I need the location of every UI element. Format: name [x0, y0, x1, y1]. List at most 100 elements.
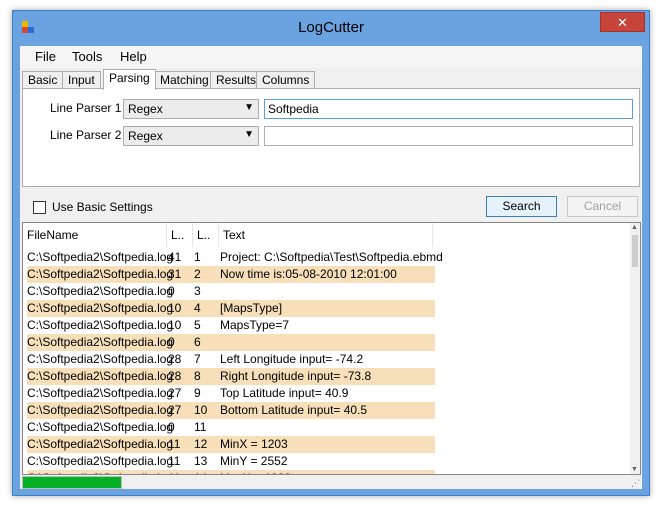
table-cell: 10	[194, 403, 208, 417]
table-cell: 10	[168, 318, 182, 332]
table-cell: 27	[168, 403, 182, 417]
line-parser-2-label: Line Parser 2	[50, 128, 122, 142]
table-row[interactable]: C:\Softpedia2\Softpedia.log 28 8 Right Long…	[27, 368, 435, 385]
tab-input[interactable]: Input	[62, 71, 101, 89]
table-cell: 12	[194, 437, 208, 451]
table-cell: Now time is:05-08-2010 12:01:00	[220, 267, 397, 281]
table-cell: Left Longitude input= -74.2	[220, 352, 364, 366]
table-cell: 4	[194, 301, 201, 315]
table-cell: 11	[168, 471, 180, 474]
table-row[interactable]: C:\Softpedia2\Softpedia.log 28 7 Left Longi…	[27, 351, 435, 368]
use-basic-settings-label: Use Basic Settings	[52, 200, 153, 214]
scrollbar-thumb[interactable]	[632, 235, 638, 267]
table-cell: C:\Softpedia2\Softpedia.log	[27, 284, 174, 298]
table-cell: 28	[168, 352, 182, 366]
search-button[interactable]: Search	[486, 196, 557, 217]
table-cell: C:\Softpedia2\Softpedia.log	[27, 403, 174, 417]
table-row[interactable]: C:\Softpedia2\Softpedia.log 27 10 Bottom La…	[27, 402, 435, 419]
table-cell: 31	[168, 267, 182, 281]
table-row[interactable]: C:\Softpedia2\Softpedia.log 11 13 MinY = 25…	[27, 453, 435, 470]
chevron-down-icon: ▼	[244, 129, 254, 140]
table-cell: 0	[168, 420, 175, 434]
table-cell: C:\Softpedia2\Softpedia.log	[27, 352, 174, 366]
menu-file[interactable]: File	[35, 49, 56, 64]
table-cell: 8	[194, 369, 201, 383]
table-row[interactable]: C:\Softpedia2\Softpedia.log11 14 MaxX = 13…	[27, 470, 435, 474]
table-row[interactable]: C:\Softpedia2\Softpedia.log 27 9 Top Latitu…	[27, 385, 435, 402]
tab-matching[interactable]: Matching	[154, 71, 215, 89]
progress-fill	[23, 477, 121, 488]
menu-bar: File Tools Help	[20, 46, 642, 68]
table-cell: 2	[194, 267, 201, 281]
table-cell: C:\Softpedia2\Softpedia.log	[27, 267, 174, 281]
table-cell: 9	[194, 386, 201, 400]
table-cell: 5	[194, 318, 201, 332]
table-cell: MaxX = 1380	[220, 471, 291, 474]
table-cell: 14	[194, 471, 207, 474]
table-cell: 3	[194, 284, 201, 298]
table-cell: 1	[194, 250, 201, 264]
table-cell: 27	[168, 386, 182, 400]
table-cell: 0	[168, 335, 175, 349]
table-cell: C:\Softpedia2\Softpedia.log	[27, 301, 174, 315]
table-cell: C:\Softpedia2\Softpedia.log	[27, 250, 174, 264]
line-parser-2-type-value: Regex	[128, 129, 163, 143]
table-cell: [MapsType]	[220, 301, 283, 315]
table-row[interactable]: C:\Softpedia2\Softpedia.log 0 11	[27, 419, 435, 436]
table-cell: 11	[168, 454, 181, 468]
table-row[interactable]: C:\Softpedia2\Softpedia.log 11 12 MinX = 12…	[27, 436, 435, 453]
table-cell: Top Latitude input= 40.9	[220, 386, 349, 400]
cancel-button[interactable]: Cancel	[567, 196, 638, 217]
table-cell: 10	[168, 301, 182, 315]
table-row[interactable]: C:\Softpedia2\Softpedia.log 31 2 Now time i…	[27, 266, 435, 283]
line-parser-2-type-select[interactable]: Regex ▼	[123, 126, 259, 146]
table-cell: 6	[194, 335, 201, 349]
table-cell: C:\Softpedia2\Softpedia.log	[27, 420, 174, 434]
table-row[interactable]: C:\Softpedia2\Softpedia.log 10 5 MapsType=7	[27, 317, 435, 334]
table-cell: Bottom Latitude input= 40.5	[220, 403, 368, 417]
tab-strip: Basic Input Parsing Matching Results Col…	[20, 69, 642, 90]
grid-header: FileName L.. L.. Text	[23, 223, 633, 247]
table-cell: 0	[168, 284, 175, 298]
menu-tools[interactable]: Tools	[72, 49, 102, 64]
table-cell: C:\Softpedia2\Softpedia.log	[27, 471, 173, 474]
table-cell: C:\Softpedia2\Softpedia.log	[27, 369, 174, 383]
parsing-panel: Line Parser 1 Regex ▼ Softpedia Line Par…	[22, 88, 640, 187]
line-parser-1-type-value: Regex	[128, 102, 163, 116]
scroll-down-icon[interactable]: ▼	[631, 466, 638, 473]
tab-results[interactable]: Results	[210, 71, 263, 89]
window-title: LogCutter	[298, 19, 364, 36]
tab-parsing[interactable]: Parsing	[103, 69, 156, 90]
table-cell: MapsType=7	[220, 318, 290, 332]
table-row[interactable]: C:\Softpedia2\Softpedia.log 10 4 [MapsType]	[27, 300, 435, 317]
table-cell: MinY = 2552	[220, 454, 288, 468]
use-basic-settings-checkbox[interactable]	[33, 201, 46, 214]
table-cell: C:\Softpedia2\Softpedia.log	[27, 437, 174, 451]
scroll-up-icon[interactable]: ▲	[631, 224, 638, 231]
column-filename[interactable]: FileName	[23, 223, 167, 247]
line-parser-1-input[interactable]: Softpedia	[264, 99, 633, 119]
table-row[interactable]: C:\Softpedia2\Softpedia.log 0 3	[27, 283, 435, 300]
line-parser-2-input[interactable]	[264, 126, 633, 146]
tab-basic[interactable]: Basic	[22, 71, 64, 89]
table-row[interactable]: C:\Softpedia2\Softpedia.log 41 1 Project: C…	[27, 249, 443, 266]
line-parser-1-type-select[interactable]: Regex ▼	[123, 99, 259, 119]
close-button[interactable]: ✕	[600, 12, 645, 32]
status-bar: ⋰	[20, 476, 642, 489]
menu-help[interactable]: Help	[120, 49, 147, 64]
column-line[interactable]: L..	[193, 223, 219, 247]
title-bar[interactable]: LogCutter ✕	[13, 11, 649, 47]
results-grid[interactable]: FileName L.. L.. Text C:\Softpedia2\Soft…	[22, 222, 641, 475]
table-cell: Right Longitude input= -73.8	[220, 369, 372, 383]
table-cell: 11	[168, 437, 181, 451]
column-text[interactable]: Text	[219, 223, 433, 247]
column-length[interactable]: L..	[167, 223, 193, 247]
table-cell: 7	[194, 352, 201, 366]
table-row[interactable]: C:\Softpedia2\Softpedia.log 0 6	[27, 334, 435, 351]
resize-grip-icon[interactable]: ⋰	[631, 478, 640, 489]
progress-bar	[22, 476, 122, 489]
tab-columns[interactable]: Columns	[256, 71, 316, 89]
table-cell: C:\Softpedia2\Softpedia.log	[27, 335, 174, 349]
vertical-scrollbar[interactable]: ▲ ▼	[630, 223, 640, 474]
table-cell: 13	[194, 454, 208, 468]
